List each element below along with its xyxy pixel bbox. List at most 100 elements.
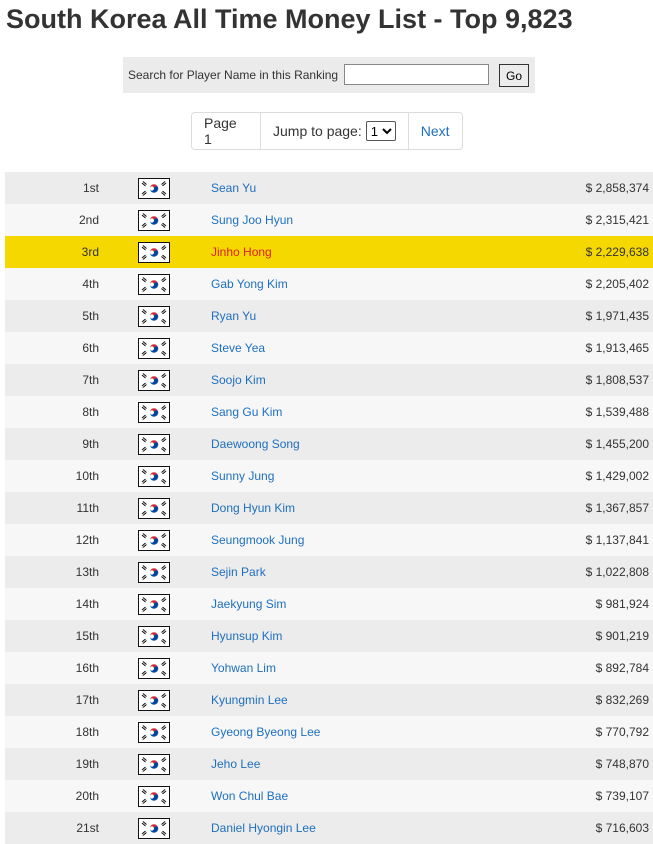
south-korea-flag-icon [138,209,170,231]
money-cell: $ 1,429,002 [585,469,649,483]
player-cell: Gyeong Byeong Lee [205,716,505,748]
money-cell: $ 2,315,421 [585,213,649,227]
player-cell: Gab Yong Kim [205,268,505,300]
rank-cell: 20th [75,789,99,803]
player-cell: Kyungmin Lee [205,684,505,716]
flag-cell [99,652,205,684]
flag-cell [99,684,205,716]
money-cell: $ 1,808,537 [585,373,649,387]
player-name-link[interactable]: Dong Hyun Kim [211,501,295,515]
player-name-link[interactable]: Gab Yong Kim [211,277,288,291]
south-korea-flag-icon [138,305,170,327]
flag-cell [99,332,205,364]
rank-cell: 7th [82,373,99,387]
search-label: Search for Player Name in this Ranking [128,68,339,82]
money-cell: $ 739,107 [595,789,649,803]
south-korea-flag-icon [138,273,170,295]
player-name-link[interactable]: Jaekyung Sim [211,597,286,611]
player-name-link[interactable]: Hyunsup Kim [211,629,282,643]
south-korea-flag-icon [138,369,170,391]
rank-cell: 18th [75,725,99,739]
next-page-cell: Next [409,113,462,149]
rank-cell: 11th [76,501,99,515]
player-cell: Steve Yea [205,332,505,364]
rank-cell: 17th [75,693,99,707]
player-name-link[interactable]: Soojo Kim [211,373,266,387]
player-name-link[interactable]: Kyungmin Lee [211,693,288,707]
player-cell: Yohwan Lim [205,652,505,684]
player-cell: Jeho Lee [205,748,505,780]
rank-cell: 21st [76,821,99,835]
table-row: 8th Sang Gu Kim $ 1,539,488 [5,396,653,428]
flag-cell [99,556,205,588]
table-row: 10th Sunny Jung $ 1,429,002 [5,460,653,492]
player-name-link[interactable]: Jeho Lee [211,757,260,771]
money-cell: $ 770,792 [595,725,649,739]
flag-cell [99,428,205,460]
money-cell: $ 892,784 [595,661,649,675]
flag-cell [99,460,205,492]
player-name-link[interactable]: Sung Joo Hyun [211,213,293,227]
south-korea-flag-icon [138,721,170,743]
player-search-bar: Search for Player Name in this Ranking G… [123,57,535,93]
money-cell: $ 832,269 [595,693,649,707]
flag-cell [99,204,205,236]
player-cell: Daniel Hyongin Lee [205,812,505,844]
rank-cell: 8th [82,405,99,419]
player-name-link[interactable]: Daewoong Song [211,437,300,451]
jump-to-page-select[interactable]: 1 [365,121,396,141]
money-cell: $ 1,137,841 [585,533,649,547]
player-name-link[interactable]: Ryan Yu [211,309,256,323]
south-korea-flag-icon [138,465,170,487]
player-name-link[interactable]: Daniel Hyongin Lee [211,821,316,835]
flag-cell [99,748,205,780]
south-korea-flag-icon [138,561,170,583]
flag-cell [99,716,205,748]
player-name-link[interactable]: Sunny Jung [211,469,274,483]
rank-cell: 16th [75,661,99,675]
south-korea-flag-icon [138,657,170,679]
money-cell: $ 1,455,200 [585,437,649,451]
table-row: 11th Dong Hyun Kim $ 1,367,857 [5,492,653,524]
player-name-link[interactable]: Sean Yu [211,181,256,195]
player-name-link[interactable]: Sejin Park [211,565,266,579]
player-name-link[interactable]: Won Chul Bae [211,789,288,803]
table-row: 20th Won Chul Bae $ 739,107 [5,780,653,812]
next-page-link[interactable]: Next [421,123,450,139]
pagination: Page 1 Jump to page: 1 Next [191,112,463,150]
player-search-input[interactable] [344,64,489,85]
money-cell: $ 1,539,488 [585,405,649,419]
jump-to-page-label: Jump to page: [273,123,362,139]
south-korea-flag-icon [138,785,170,807]
table-row: 12th Seungmook Jung $ 1,137,841 [5,524,653,556]
table-row: 6th Steve Yea $ 1,913,465 [5,332,653,364]
rank-cell: 12th [75,533,99,547]
go-button[interactable]: Go [499,64,529,87]
table-row: 15th Hyunsup Kim $ 901,219 [5,620,653,652]
rank-cell: 4th [82,277,99,291]
south-korea-flag-icon [138,689,170,711]
player-name-link[interactable]: Yohwan Lim [211,661,276,675]
player-name-link[interactable]: Steve Yea [211,341,265,355]
player-cell: Daewoong Song [205,428,505,460]
table-row: 1st Sean Yu $ 2,858,374 [5,172,653,204]
south-korea-flag-icon [138,241,170,263]
player-cell: Sejin Park [205,556,505,588]
table-row: 17th Kyungmin Lee $ 832,269 [5,684,653,716]
money-cell: $ 981,924 [595,597,649,611]
player-name-link[interactable]: Sang Gu Kim [211,405,282,419]
player-cell: Soojo Kim [205,364,505,396]
table-row: 13th Sejin Park $ 1,022,808 [5,556,653,588]
south-korea-flag-icon [138,433,170,455]
money-cell: $ 2,205,402 [585,277,649,291]
south-korea-flag-icon [138,337,170,359]
money-cell: $ 901,219 [595,629,649,643]
money-cell: $ 1,913,465 [585,341,649,355]
player-name-link[interactable]: Gyeong Byeong Lee [211,725,320,739]
player-name-link[interactable]: Jinho Hong [211,245,272,259]
player-name-link[interactable]: Seungmook Jung [211,533,304,547]
money-cell: $ 2,858,374 [585,181,649,195]
money-cell: $ 1,971,435 [585,309,649,323]
flag-cell [99,300,205,332]
player-cell: Jinho Hong [205,236,505,268]
